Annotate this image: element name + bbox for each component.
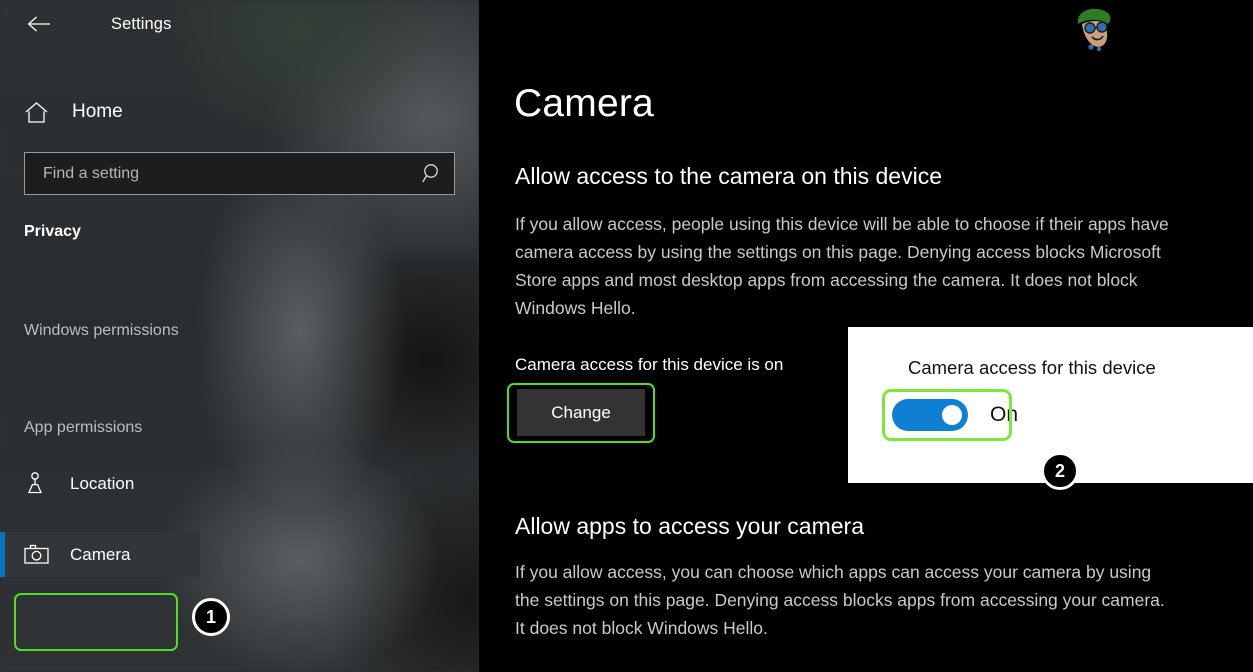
camera-access-toggle-row: On: [892, 399, 1018, 431]
sidebar-item-camera-label: Camera: [70, 544, 131, 564]
section-body-app-access: If you allow access, you can choose whic…: [515, 562, 1165, 638]
window-title: Settings: [111, 14, 172, 33]
camera-access-toggle[interactable]: [892, 399, 968, 431]
title-bar: Settings: [0, 0, 479, 48]
camera-icon: [24, 544, 52, 565]
sidebar-item-location[interactable]: Location: [0, 461, 200, 506]
sidebar-group-app-permissions[interactable]: App permissions: [0, 419, 479, 437]
appuals-mascot-logo: [1066, 4, 1122, 56]
settings-window: Settings Home Find a setting Privacy Win…: [0, 0, 1253, 672]
annotation-badge-1: 1: [192, 598, 230, 636]
sidebar: Settings Home Find a setting Privacy Win…: [0, 0, 479, 672]
sidebar-group-windows-permissions[interactable]: Windows permissions: [0, 322, 479, 340]
home-icon: [24, 101, 54, 124]
section-heading-device-access: Allow access to the camera on this devic…: [515, 163, 942, 189]
toggle-knob: [942, 405, 962, 425]
section-body-device-access: If you allow access, people using this d…: [515, 214, 1169, 318]
annotation-badge-2: 2: [1041, 452, 1079, 490]
page-title: Camera: [514, 82, 654, 125]
popup-title: Camera access for this device: [908, 357, 1156, 378]
search-box[interactable]: [24, 152, 455, 195]
search-input[interactable]: [25, 153, 412, 194]
selection-indicator-bar: [0, 532, 5, 577]
main-content: Camera Allow access to the camera on thi…: [479, 0, 1253, 672]
search-icon[interactable]: [412, 163, 454, 185]
location-icon: [24, 471, 52, 496]
change-button[interactable]: Change: [517, 389, 645, 436]
sidebar-item-location-label: Location: [70, 473, 135, 493]
toggle-state-label: On: [990, 403, 1019, 426]
sidebar-item-camera[interactable]: Camera: [0, 532, 200, 577]
camera-access-status-text: Camera access for this device is on: [515, 355, 784, 374]
section-heading-app-access: Allow apps to access your camera: [515, 513, 864, 539]
sidebar-item-home[interactable]: Home: [0, 92, 479, 132]
sidebar-section-heading: Privacy: [24, 223, 81, 240]
back-arrow-icon[interactable]: [22, 7, 56, 41]
sidebar-item-home-label: Home: [72, 101, 123, 122]
